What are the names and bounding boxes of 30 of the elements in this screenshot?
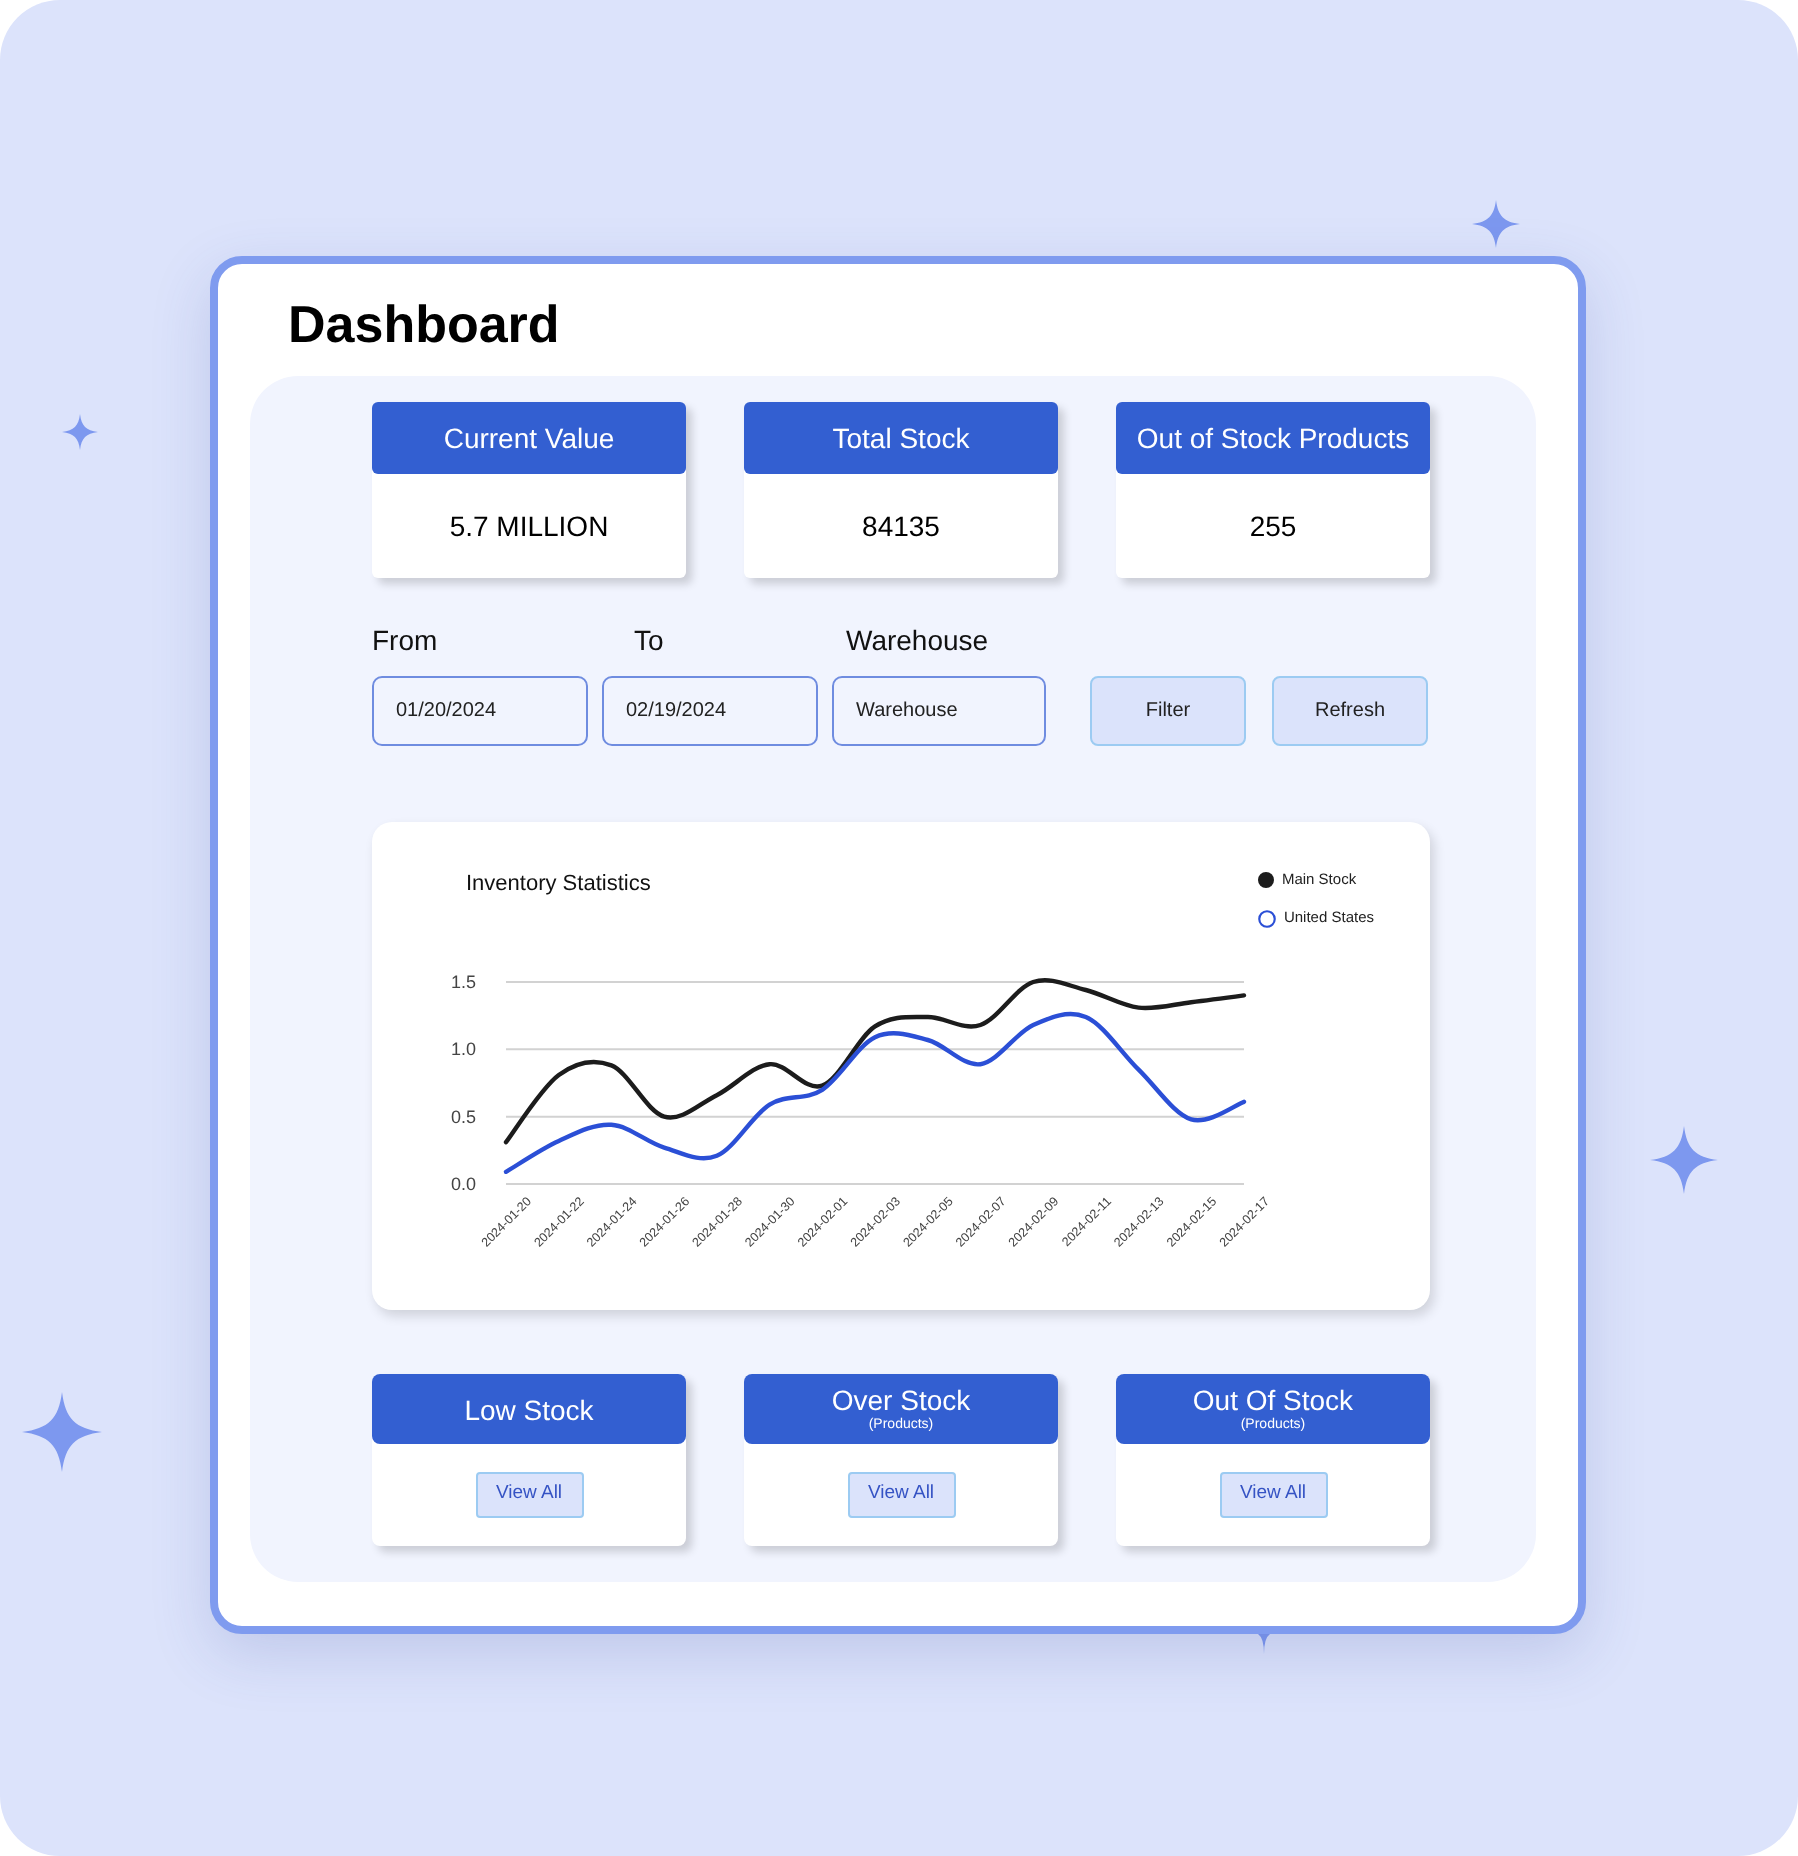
axis-tick-label: 1.5: [450, 972, 476, 992]
action-button[interactable]: Refresh: [1272, 676, 1428, 746]
stat-value: 5.7 MILLION: [449, 507, 609, 545]
field-label: Warehouse: [846, 622, 989, 658]
chart-title: Inventory Statistics: [466, 870, 651, 898]
page-title: Dashboard: [288, 296, 562, 352]
input-field[interactable]: 02/19/2024: [602, 676, 818, 746]
stat-value: 255: [1249, 507, 1297, 545]
sparkle-icon: [1650, 1126, 1718, 1194]
stat-card-header: Current Value: [372, 402, 686, 474]
field-label: From: [372, 622, 438, 658]
stock-card-title: Over Stock: [831, 1384, 971, 1416]
axis-tick-label: 0.5: [450, 1106, 476, 1127]
action-button[interactable]: Filter: [1090, 676, 1246, 746]
input-field[interactable]: Warehouse: [832, 676, 1046, 746]
input-field[interactable]: 01/20/2024: [372, 676, 588, 746]
axis-tick-label: 1.0: [450, 1039, 476, 1060]
sparkle-icon: [22, 1392, 102, 1472]
stat-card-header: Out of Stock Products: [1116, 402, 1430, 474]
view-all-button[interactable]: View All: [475, 1472, 583, 1518]
stat-card-header: Total Stock: [744, 402, 1058, 474]
stock-card-title: Low Stock: [464, 1393, 594, 1425]
sparkle-icon: [1472, 200, 1520, 248]
stock-card-title: Out Of Stock: [1192, 1384, 1354, 1416]
field-label: To: [634, 622, 664, 658]
axis-tick-label: 0.0: [450, 1174, 476, 1194]
sparkle-icon: [62, 414, 98, 450]
view-all-button[interactable]: View All: [1219, 1472, 1327, 1518]
view-all-button[interactable]: View All: [847, 1472, 955, 1518]
stat-value: 84135: [862, 507, 940, 545]
